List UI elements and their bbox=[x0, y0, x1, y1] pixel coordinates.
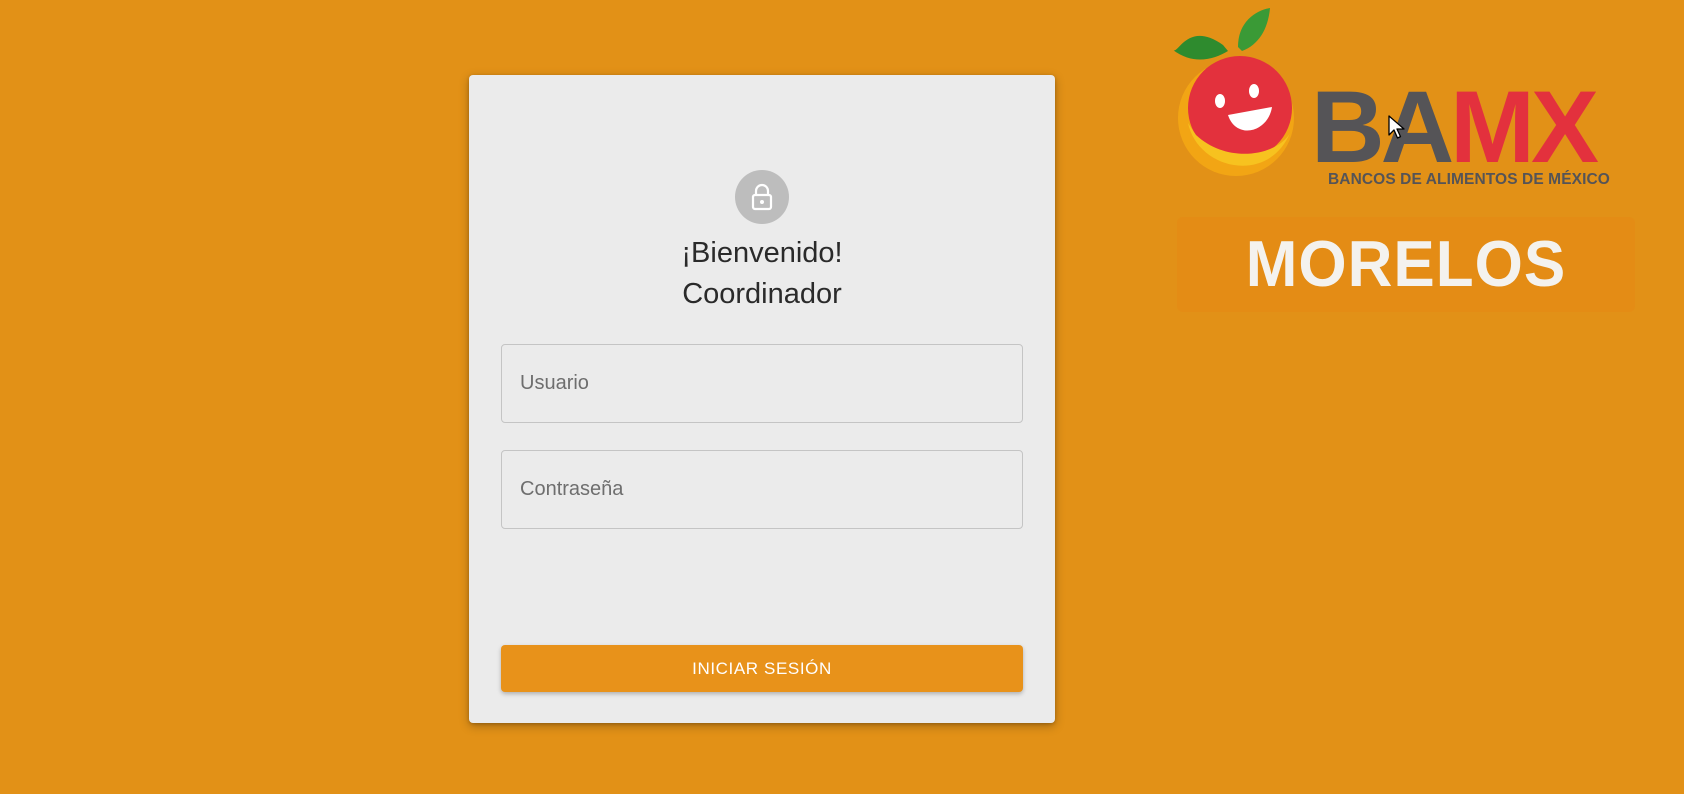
bamx-logo: BA MX bbox=[1173, 8, 1603, 184]
welcome-title: ¡Bienvenido! bbox=[681, 237, 843, 269]
username-input[interactable] bbox=[502, 345, 1022, 422]
welcome-role: Coordinador bbox=[682, 278, 842, 310]
login-button[interactable]: INICIAR SESIÓN bbox=[501, 645, 1023, 692]
mouse-cursor-icon bbox=[1388, 115, 1405, 139]
lock-icon bbox=[751, 183, 773, 211]
login-card: ¡Bienvenido! Coordinador INICIAR SESIÓN bbox=[469, 75, 1055, 723]
apple-mascot-logo bbox=[1173, 8, 1294, 176]
password-field[interactable] bbox=[501, 450, 1023, 529]
lock-avatar bbox=[735, 170, 789, 224]
brand-subtitle: BANCOS DE ALIMENTOS DE MÉXICO bbox=[1328, 171, 1610, 188]
brand-name-part2: MX bbox=[1450, 70, 1599, 184]
region-banner: MORELOS bbox=[1177, 217, 1635, 312]
region-name: MORELOS bbox=[1245, 228, 1567, 301]
password-input[interactable] bbox=[502, 451, 1022, 528]
brand-name-part1: BA bbox=[1311, 70, 1452, 184]
username-field[interactable] bbox=[501, 344, 1023, 423]
welcome-heading: ¡Bienvenido! Coordinador bbox=[469, 233, 1055, 315]
